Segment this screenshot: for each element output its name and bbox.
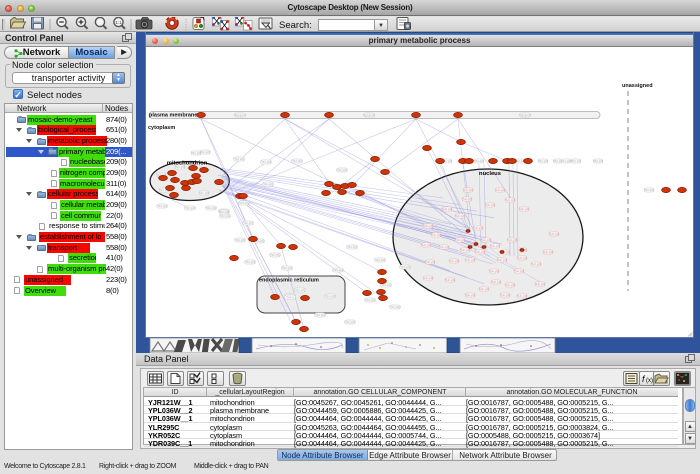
svg-text:Ydr (cl): Ydr (cl) — [473, 226, 483, 230]
svg-text:Ybr (cl): Ybr (cl) — [474, 159, 484, 163]
svg-text:Ybr (cl): Ybr (cl) — [400, 265, 410, 269]
svg-text:Ydr (cl): Ydr (cl) — [431, 233, 441, 237]
svg-text:Ydr (cl): Ydr (cl) — [505, 283, 515, 287]
svg-text:Ybr (cl): Ybr (cl) — [390, 305, 400, 309]
svg-text:Ybr (cl): Ybr (cl) — [375, 258, 385, 262]
svg-text:Ybr (cl): Ybr (cl) — [243, 221, 253, 225]
svg-text:plasma membrane: plasma membrane — [149, 113, 197, 119]
svg-text:Ybr (cl): Ybr (cl) — [571, 159, 581, 163]
svg-text:Ydr (cl): Ydr (cl) — [549, 232, 559, 236]
svg-text:Ydr (cl): Ydr (cl) — [423, 224, 433, 228]
svg-text:Ydr (cl): Ydr (cl) — [481, 238, 491, 242]
svg-text:Ybr (cl): Ybr (cl) — [292, 159, 302, 163]
svg-text:Ydr (cl): Ydr (cl) — [445, 278, 455, 282]
svg-text:unassigned: unassigned — [622, 83, 653, 89]
svg-text:Ybr (cl): Ybr (cl) — [282, 266, 292, 270]
svg-text:Ydr (cl): Ydr (cl) — [423, 276, 433, 280]
svg-text:Ybr (cl): Ybr (cl) — [337, 168, 347, 172]
svg-text:Ydr (cl): Ydr (cl) — [490, 244, 500, 248]
svg-text:Ydr (cl): Ydr (cl) — [517, 256, 527, 260]
svg-text:Ybr (cl): Ybr (cl) — [234, 157, 244, 161]
svg-text:Ydr (cl): Ydr (cl) — [421, 243, 431, 247]
svg-text:cytoplasm: cytoplasm — [148, 125, 175, 131]
svg-text:Ydr (cl): Ydr (cl) — [543, 250, 553, 254]
svg-text:Ydr (cl): Ydr (cl) — [485, 203, 495, 207]
svg-text:Ydr (cl): Ydr (cl) — [495, 188, 505, 192]
svg-text:Ybr (cl): Ybr (cl) — [345, 320, 355, 324]
svg-text:Ybr (cl): Ybr (cl) — [191, 151, 201, 155]
svg-text:Ydr (cl): Ydr (cl) — [465, 293, 475, 297]
svg-text:Ygl (pm): Ygl (pm) — [234, 113, 245, 117]
svg-text:Ybr (cl): Ybr (cl) — [333, 268, 343, 272]
svg-text:Ydr (cl): Ydr (cl) — [514, 269, 524, 273]
svg-text:Ydr (cl): Ydr (cl) — [507, 238, 517, 242]
svg-text:Ydr (cl): Ydr (cl) — [475, 250, 485, 254]
svg-text:1:1: 1:1 — [115, 20, 122, 25]
svg-text:Ybr (cl): Ybr (cl) — [325, 294, 335, 298]
svg-text:Ydr (cl): Ydr (cl) — [439, 245, 449, 249]
svg-text:Ybr (cl): Ybr (cl) — [263, 182, 273, 186]
svg-text:Ydr (cl): Ydr (cl) — [519, 207, 529, 211]
svg-text:Ydr (cl): Ydr (cl) — [491, 280, 501, 284]
svg-text:Ydr (cl): Ydr (cl) — [479, 287, 489, 291]
svg-text:Ybr (cl): Ybr (cl) — [644, 188, 654, 192]
svg-text:Ybr (cl): Ybr (cl) — [185, 206, 195, 210]
svg-text:Ybr (cl): Ybr (cl) — [239, 201, 249, 205]
svg-text:Ydr (cl): Ydr (cl) — [449, 259, 459, 263]
svg-text:Ydr (cl): Ydr (cl) — [465, 258, 475, 262]
svg-text:(x): (x) — [646, 378, 653, 384]
svg-text:Ydr (cl): Ydr (cl) — [463, 188, 473, 192]
svg-text:Ybr (cl): Ybr (cl) — [538, 159, 548, 163]
svg-text:Ydr (cl): Ydr (cl) — [531, 262, 541, 266]
svg-text:Ydr (cl): Ydr (cl) — [455, 214, 465, 218]
svg-text:Ydr (cl): Ydr (cl) — [497, 258, 507, 262]
svg-text:Ygl (pm): Ygl (pm) — [363, 113, 374, 117]
svg-text:Ybr (cl): Ybr (cl) — [593, 159, 603, 163]
svg-text:Ydr (cl): Ydr (cl) — [460, 248, 470, 252]
svg-text:Ydr (cl): Ydr (cl) — [535, 282, 545, 286]
svg-text:Ybr (cl): Ybr (cl) — [157, 204, 167, 208]
svg-text:Ybr (cl): Ybr (cl) — [235, 238, 245, 242]
svg-text:Ydr (cl): Ydr (cl) — [500, 293, 510, 297]
svg-text:Ybr (cl): Ybr (cl) — [315, 313, 325, 317]
svg-text:Ymr c: Ymr c — [286, 295, 294, 299]
svg-text:Ydr (cl): Ydr (cl) — [455, 238, 465, 242]
svg-text:Ydr (cl): Ydr (cl) — [517, 294, 527, 298]
svg-text:Ybr (cl): Ybr (cl) — [365, 298, 375, 302]
svg-text:Ybr (cl): Ybr (cl) — [245, 260, 255, 264]
svg-text:Ybr (cl): Ybr (cl) — [199, 191, 209, 195]
svg-text:Ydr (cl): Ydr (cl) — [489, 269, 499, 273]
svg-text:Ybr (cl): Ybr (cl) — [261, 160, 271, 164]
svg-text:Ygl (pm): Ygl (pm) — [519, 113, 530, 117]
svg-text:Ydr (cl): Ydr (cl) — [425, 260, 435, 264]
svg-text:Ybr (cl): Ybr (cl) — [220, 214, 230, 218]
svg-text:mitochondrion: mitochondrion — [167, 161, 208, 167]
svg-text:Ydr (cl): Ydr (cl) — [505, 198, 515, 202]
svg-text:Ybr (cl): Ybr (cl) — [219, 210, 229, 214]
svg-text:Ybr (cl): Ybr (cl) — [206, 206, 216, 210]
svg-text:Ydr (cl): Ydr (cl) — [442, 207, 452, 211]
svg-text:Ybr (cl): Ybr (cl) — [561, 159, 571, 163]
svg-text:Ybr (cl): Ybr (cl) — [200, 150, 210, 154]
svg-text:nucleus: nucleus — [479, 171, 501, 177]
svg-text:Ybr (cl): Ybr (cl) — [270, 253, 280, 257]
svg-text:Ydr (cl): Ydr (cl) — [462, 197, 472, 201]
svg-text:Ybr (cl): Ybr (cl) — [295, 288, 305, 292]
svg-text:Ybr (cl): Ybr (cl) — [347, 245, 357, 249]
